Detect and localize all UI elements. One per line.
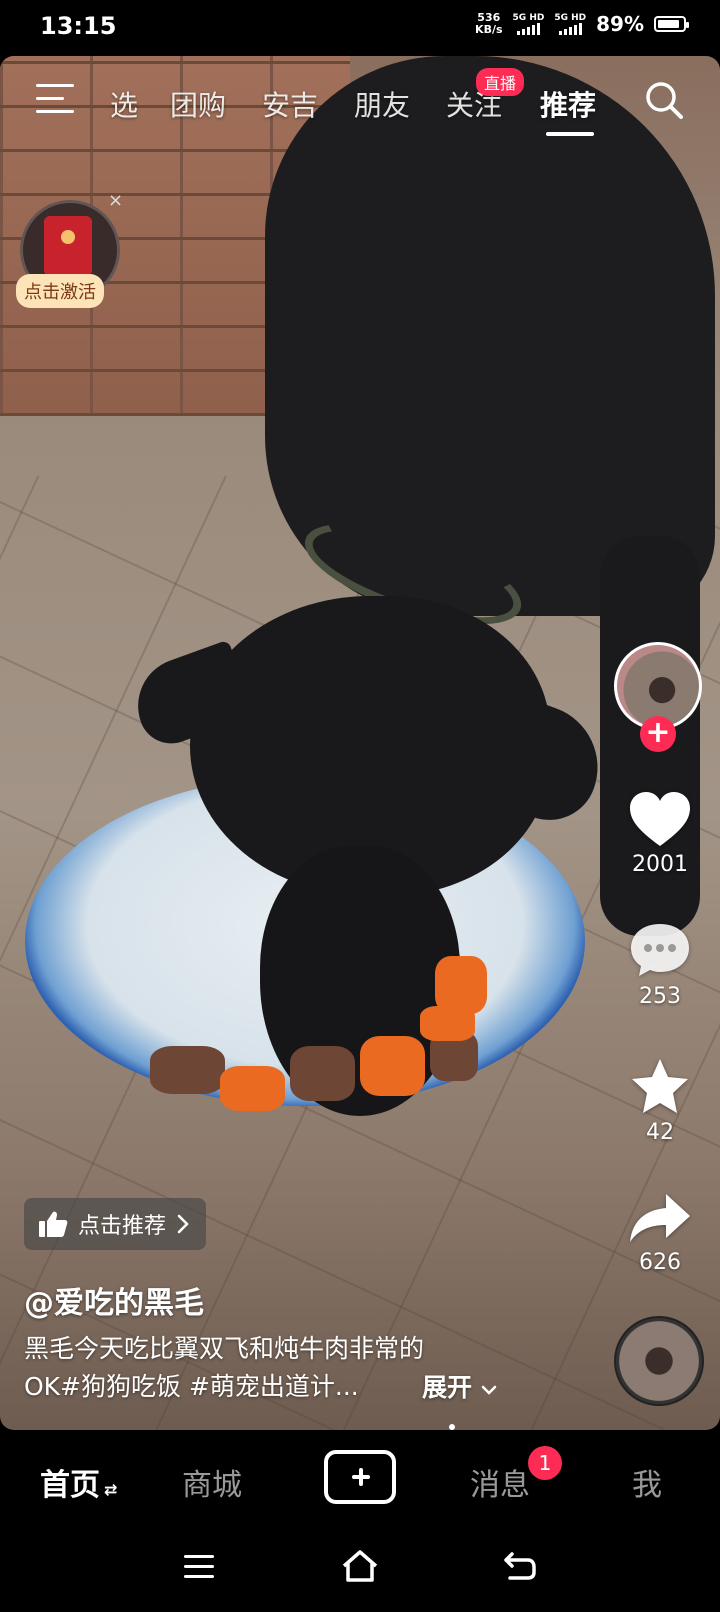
battery-icon <box>654 16 689 32</box>
recommend-button[interactable]: 点击推荐 <box>24 1198 207 1250</box>
nav-home-label: 首页 <box>40 1468 100 1503</box>
signal-sim2-icon: 5G HD <box>554 13 586 35</box>
signal-sim1-icon: 5G HD <box>512 13 545 35</box>
network-speed: 536 KB/s <box>475 12 502 36</box>
search-icon[interactable] <box>644 80 684 120</box>
tab-group-buy[interactable]: 团购 <box>170 84 226 124</box>
nav-messages[interactable]: 消息 <box>470 1460 530 1504</box>
sim1-label: 5G HD <box>512 13 545 23</box>
music-disc-icon[interactable] <box>614 1316 704 1406</box>
share-arrow-icon <box>630 1194 690 1242</box>
heart-icon <box>630 792 690 846</box>
video-food-carrot <box>420 1006 475 1041</box>
red-packet-label[interactable]: 点击激活 <box>16 274 104 308</box>
favorite-button[interactable]: 42 <box>620 1056 700 1145</box>
red-packet-widget[interactable]: × 点击激活 <box>16 190 123 308</box>
share-button[interactable]: 626 <box>620 1190 700 1275</box>
author-name[interactable]: @爱吃的黑毛 <box>24 1278 204 1322</box>
menu-icon[interactable] <box>36 84 76 114</box>
chevron-right-icon <box>177 1214 189 1234</box>
network-speed-unit: KB/s <box>475 23 503 36</box>
expand-label: 展开 <box>422 1373 473 1402</box>
comment-button[interactable]: 253 <box>620 920 700 1009</box>
like-button[interactable]: 2001 <box>620 790 700 877</box>
active-tab-indicator <box>546 132 594 136</box>
share-count: 626 <box>639 1250 681 1275</box>
video-food-beef <box>150 1046 225 1094</box>
refresh-arrows-icon: ⇄ <box>104 1480 118 1499</box>
battery-percent: 89% <box>596 12 644 36</box>
thumbs-up-icon <box>39 1211 68 1237</box>
video-food-beef <box>290 1046 355 1101</box>
nav-mall[interactable]: 商城 <box>182 1460 242 1504</box>
back-icon[interactable] <box>502 1550 538 1582</box>
caption-line-1: 黑毛今天吃比翼双飞和炖牛肉非常的 <box>24 1334 425 1363</box>
recents-menu-icon[interactable] <box>182 1552 216 1582</box>
home-icon[interactable] <box>340 1548 380 1584</box>
chevron-down-icon <box>481 1385 496 1395</box>
red-packet-close-icon[interactable]: × <box>108 190 123 211</box>
video-food-carrot <box>220 1066 285 1111</box>
bottom-navigation: 首页 ⇄ 商城 消息 1 我 <box>0 1430 720 1530</box>
video-food-carrot <box>360 1036 425 1096</box>
like-count: 2001 <box>632 852 688 877</box>
nav-me[interactable]: 我 <box>632 1460 662 1504</box>
star-icon <box>632 1059 688 1113</box>
recommend-label: 点击推荐 <box>78 1214 167 1239</box>
messages-badge: 1 <box>528 1446 562 1480</box>
sim2-label: 5G HD <box>554 13 587 23</box>
create-plus-button[interactable] <box>324 1450 396 1504</box>
status-bar: 13:15 536 KB/s 5G HD 5G HD 89% <box>0 0 720 56</box>
live-badge[interactable]: 直播 <box>476 68 525 96</box>
comment-icon <box>631 924 689 976</box>
tab-anji[interactable]: 安吉 <box>262 84 318 124</box>
follow-button[interactable]: + <box>640 716 676 752</box>
tab-select[interactable]: 选 <box>110 84 138 124</box>
red-envelope-icon <box>44 216 92 276</box>
system-navigation-bar <box>0 1530 720 1612</box>
status-indicators: 536 KB/s 5G HD 5G HD 89% <box>475 12 689 36</box>
status-time: 13:15 <box>40 12 117 40</box>
nav-home[interactable]: 首页 ⇄ <box>40 1460 117 1504</box>
favorite-count: 42 <box>646 1120 674 1145</box>
tab-friends[interactable]: 朋友 <box>354 84 410 124</box>
tab-recommended[interactable]: 推荐 <box>540 84 596 124</box>
comment-count: 253 <box>639 984 681 1009</box>
top-navigation: 选 团购 安吉 朋友 关注 直播 推荐 <box>0 62 720 142</box>
expand-caption-button[interactable]: 展开 <box>422 1368 497 1404</box>
